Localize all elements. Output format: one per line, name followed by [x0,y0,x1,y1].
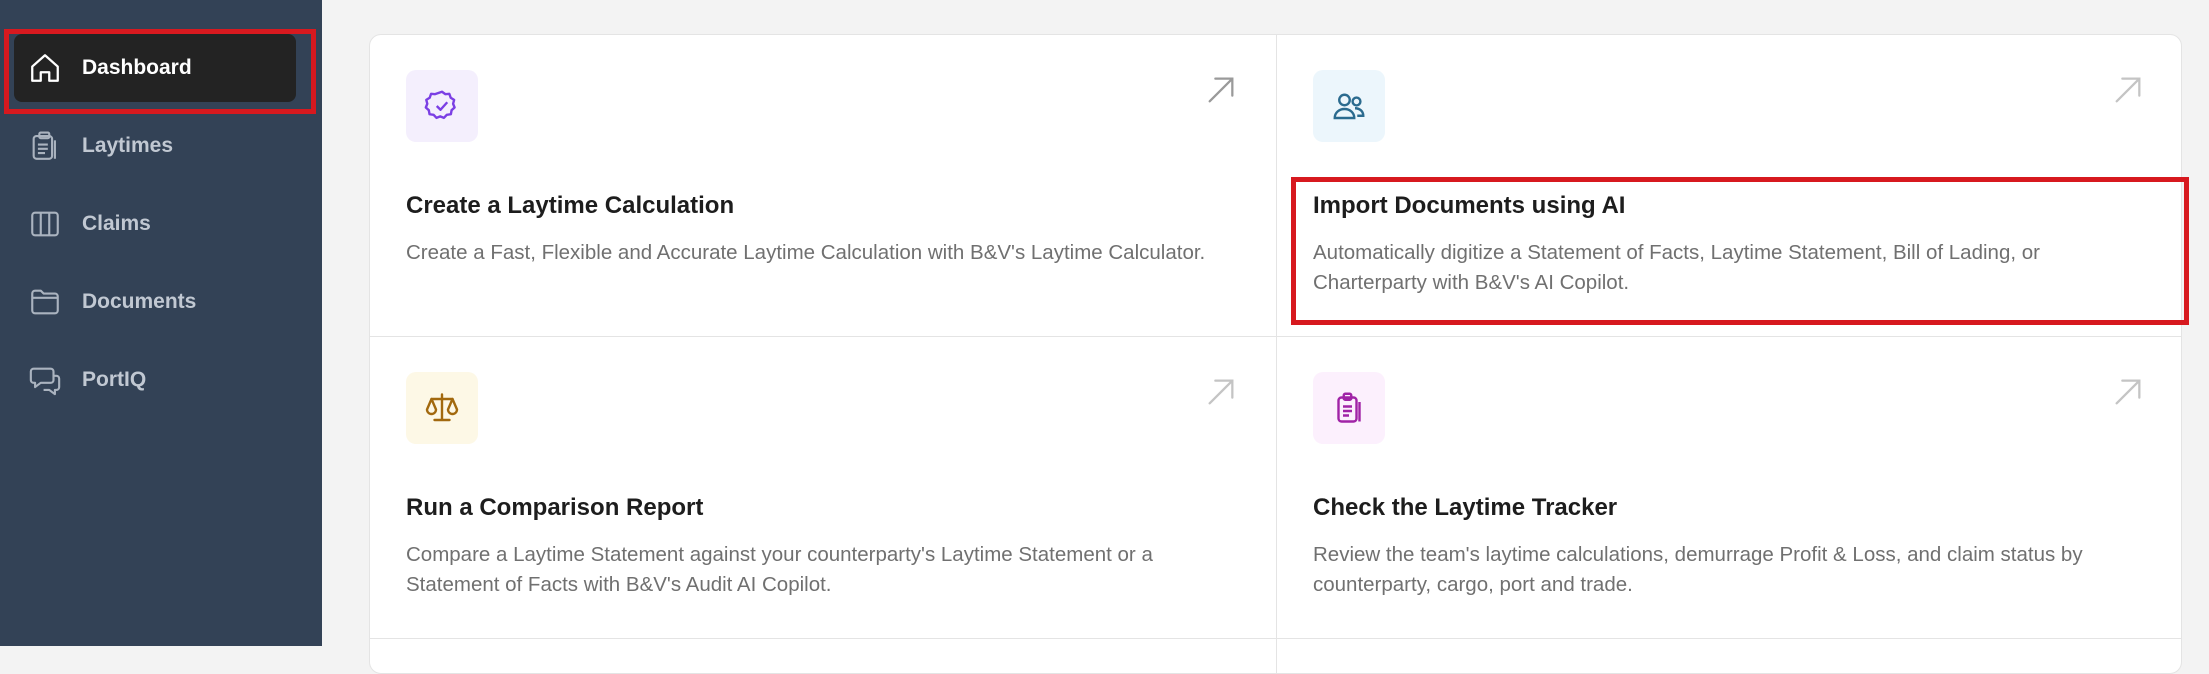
card-create-laytime[interactable]: Create a Laytime Calculation Create a Fa… [370,35,1276,337]
arrow-up-right-icon [2115,77,2141,103]
clipboard-icon [28,129,62,163]
card-description: Create a Fast, Flexible and Accurate Lay… [406,241,1206,264]
scale-icon [406,372,478,444]
card-title: Run a Comparison Report [406,494,704,521]
card-title: Create a Laytime Calculation [406,192,735,219]
folder-icon [28,285,62,319]
sidebar-item-label: Laytimes [82,134,174,157]
arrow-up-right-icon [2115,379,2141,405]
sidebar-item-portiq[interactable]: PortIQ [14,346,296,414]
sidebar-item-label: Claims [82,212,151,235]
badge-check-icon [406,70,478,142]
arrow-up-right-icon [1208,77,1234,103]
card-description: Review the team's laytime calculations, … [1313,543,2083,596]
card-comparison-report[interactable]: Run a Comparison Report Compare a Laytim… [370,337,1276,639]
arrow-up-right-icon [1208,379,1234,405]
users-icon [1313,70,1385,142]
highlight-box [4,29,316,114]
highlight-box [1291,177,2189,325]
divider [370,336,2181,337]
card-title: Check the Laytime Tracker [1313,494,1618,521]
sidebar: Dashboard Laytimes Claims Documents Port… [0,0,322,646]
quick-actions-grid: Create a Laytime Calculation Create a Fa… [369,34,2182,674]
divider [370,638,2181,639]
sidebar-item-label: PortIQ [82,368,147,391]
sidebar-item-documents[interactable]: Documents [14,268,296,336]
columns-icon [28,207,62,241]
chat-icon [28,363,62,397]
sidebar-item-laytimes[interactable]: Laytimes [14,112,296,180]
card-laytime-tracker[interactable]: Check the Laytime Tracker Review the tea… [1277,337,2181,639]
clipboard-list-icon [1313,372,1385,444]
sidebar-item-claims[interactable]: Claims [14,190,296,258]
divider [1276,35,1277,673]
card-description: Compare a Laytime Statement against your… [406,543,1153,596]
sidebar-item-label: Documents [82,290,197,313]
